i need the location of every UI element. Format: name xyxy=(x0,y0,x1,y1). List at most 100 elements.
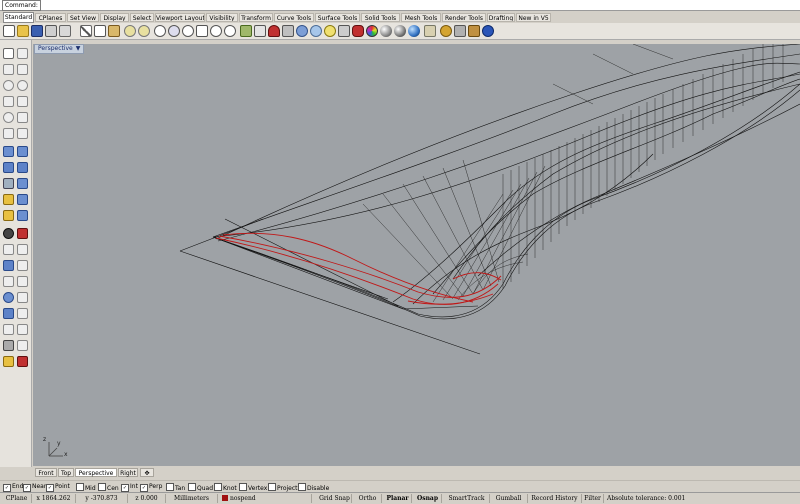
tab-front-view[interactable]: Front xyxy=(35,468,57,477)
tab-display[interactable]: Display xyxy=(100,13,129,22)
dimension-icon[interactable] xyxy=(3,324,14,335)
bulb-icon[interactable] xyxy=(324,25,336,37)
solid-extrude-icon[interactable] xyxy=(17,162,28,173)
tab-perspective-view[interactable]: Perspective xyxy=(75,468,117,477)
cplane-icon[interactable] xyxy=(240,25,252,37)
zoom-selected-icon[interactable] xyxy=(224,25,236,37)
make-2d-icon[interactable] xyxy=(3,340,14,351)
gumball-toggle[interactable]: Gumball xyxy=(490,494,528,503)
zoom-extents-icon[interactable] xyxy=(210,25,222,37)
capsule-icon[interactable] xyxy=(338,25,350,37)
viewport-layout-icon[interactable] xyxy=(254,25,266,37)
osnap-point-checkbox[interactable]: ✓ xyxy=(46,484,54,492)
point-icon[interactable] xyxy=(17,48,28,59)
osnap-tan-checkbox[interactable] xyxy=(166,483,174,491)
arc-icon[interactable] xyxy=(17,80,28,91)
free-curve-icon[interactable] xyxy=(17,112,28,123)
ortho-toggle[interactable]: Ortho xyxy=(354,494,382,503)
rectangle-icon[interactable] xyxy=(17,96,28,107)
open-icon[interactable] xyxy=(17,25,29,37)
osnap-perp[interactable]: ✓ Perp xyxy=(140,483,162,492)
tab-select[interactable]: Select xyxy=(130,13,154,22)
scale-icon[interactable] xyxy=(17,292,28,303)
osnap-cen-checkbox[interactable] xyxy=(98,483,106,491)
tab-cplanes[interactable]: CPlanes xyxy=(35,13,66,22)
tab-visibility[interactable]: Visibility xyxy=(206,13,238,22)
move-icon[interactable] xyxy=(3,276,14,287)
trim-icon[interactable] xyxy=(17,228,28,239)
tab-render-tools[interactable]: Render Tools xyxy=(442,13,486,22)
osnap-perp-checkbox[interactable]: ✓ xyxy=(140,484,148,492)
render-sphere-icon[interactable] xyxy=(394,25,406,37)
array-icon[interactable] xyxy=(3,308,14,319)
zoom-icon[interactable] xyxy=(182,25,194,37)
mesh-icon[interactable] xyxy=(3,178,14,189)
select-arrow-icon[interactable] xyxy=(3,48,14,59)
grid-icon[interactable] xyxy=(268,25,280,37)
tab-solid-tools[interactable]: Solid Tools xyxy=(361,13,400,22)
grid-snap-toggle[interactable]: Grid Snap xyxy=(318,494,352,503)
circle-icon[interactable] xyxy=(3,80,14,91)
tab-drafting[interactable]: Drafting xyxy=(487,13,515,22)
polyline-icon[interactable] xyxy=(3,64,14,75)
loft-icon[interactable] xyxy=(17,178,28,189)
environment-sphere-icon[interactable] xyxy=(408,25,420,37)
osnap-knot[interactable]: Knot xyxy=(214,483,237,492)
print-icon[interactable] xyxy=(45,25,57,37)
command-bar[interactable]: Command: xyxy=(0,0,800,11)
mirror-icon[interactable] xyxy=(17,308,28,319)
revolve-icon[interactable] xyxy=(17,210,28,221)
tab-transform[interactable]: Transform xyxy=(239,13,273,22)
tab-surface-tools[interactable]: Surface Tools xyxy=(315,13,360,22)
tab-set-view[interactable]: Set View xyxy=(67,13,99,22)
redo-icon[interactable] xyxy=(138,25,150,37)
rotate-view-icon[interactable] xyxy=(168,25,180,37)
osnap-disable[interactable]: Disable xyxy=(298,483,329,492)
blend-surface-icon[interactable] xyxy=(17,194,28,205)
rendered-icon[interactable] xyxy=(310,25,322,37)
check-icon[interactable] xyxy=(17,340,28,351)
viewport-title-tab[interactable]: Perspective ▼ xyxy=(34,44,85,54)
perspective-viewport[interactable]: Perspective ▼ z y x xyxy=(33,44,800,466)
undo-icon[interactable] xyxy=(124,25,136,37)
set-view-icon[interactable] xyxy=(282,25,294,37)
osnap-disable-checkbox[interactable] xyxy=(298,483,306,491)
osnap-toggle[interactable]: Osnap xyxy=(414,494,442,503)
smarttrack-toggle[interactable]: SmartTrack xyxy=(444,494,490,503)
osnap-mid-checkbox[interactable] xyxy=(76,483,84,491)
options-gear-icon[interactable] xyxy=(440,25,452,37)
lights-icon[interactable] xyxy=(468,25,480,37)
hide-icon[interactable] xyxy=(3,356,14,367)
join-icon[interactable] xyxy=(17,244,28,255)
tab-viewport-layout[interactable]: Viewport Layout xyxy=(155,13,205,22)
status-units[interactable]: Millimeters xyxy=(166,494,218,503)
shaded-icon[interactable] xyxy=(296,25,308,37)
offset-curve-icon[interactable] xyxy=(17,128,28,139)
osnap-end-checkbox[interactable]: ✓ xyxy=(3,484,11,492)
tab-curve-tools[interactable]: Curve Tools xyxy=(274,13,314,22)
osnap-mid[interactable]: Mid xyxy=(76,483,96,492)
osnap-near-checkbox[interactable]: ✓ xyxy=(23,484,31,492)
boolean-union-icon[interactable] xyxy=(3,194,14,205)
osnap-quad[interactable]: Quad xyxy=(188,483,213,492)
filter-toggle[interactable]: Filter xyxy=(582,494,604,503)
copy-object-icon[interactable] xyxy=(17,276,28,287)
osnap-vertex[interactable]: Vertex xyxy=(239,483,267,492)
tab-mesh-tools[interactable]: Mesh Tools xyxy=(401,13,441,22)
tab-right-view[interactable]: Right xyxy=(118,468,138,477)
pan-icon[interactable] xyxy=(154,25,166,37)
tab-top-view[interactable]: Top xyxy=(58,468,74,477)
osnap-knot-checkbox[interactable] xyxy=(214,483,222,491)
planar-toggle[interactable]: Planar xyxy=(384,494,412,503)
lock-icon[interactable] xyxy=(17,356,28,367)
zoom-window-icon[interactable] xyxy=(196,25,208,37)
record-history-toggle[interactable]: Record History xyxy=(528,494,582,503)
split-icon[interactable] xyxy=(3,244,14,255)
copy-icon[interactable] xyxy=(94,25,106,37)
material-ball-icon[interactable] xyxy=(380,25,392,37)
box-icon[interactable] xyxy=(3,162,14,173)
triangle-icon[interactable] xyxy=(3,96,14,107)
osnap-int-checkbox[interactable]: ✓ xyxy=(121,484,129,492)
osnap-project-checkbox[interactable] xyxy=(268,483,276,491)
tab-new-in-v5[interactable]: New in V5 xyxy=(516,13,551,22)
